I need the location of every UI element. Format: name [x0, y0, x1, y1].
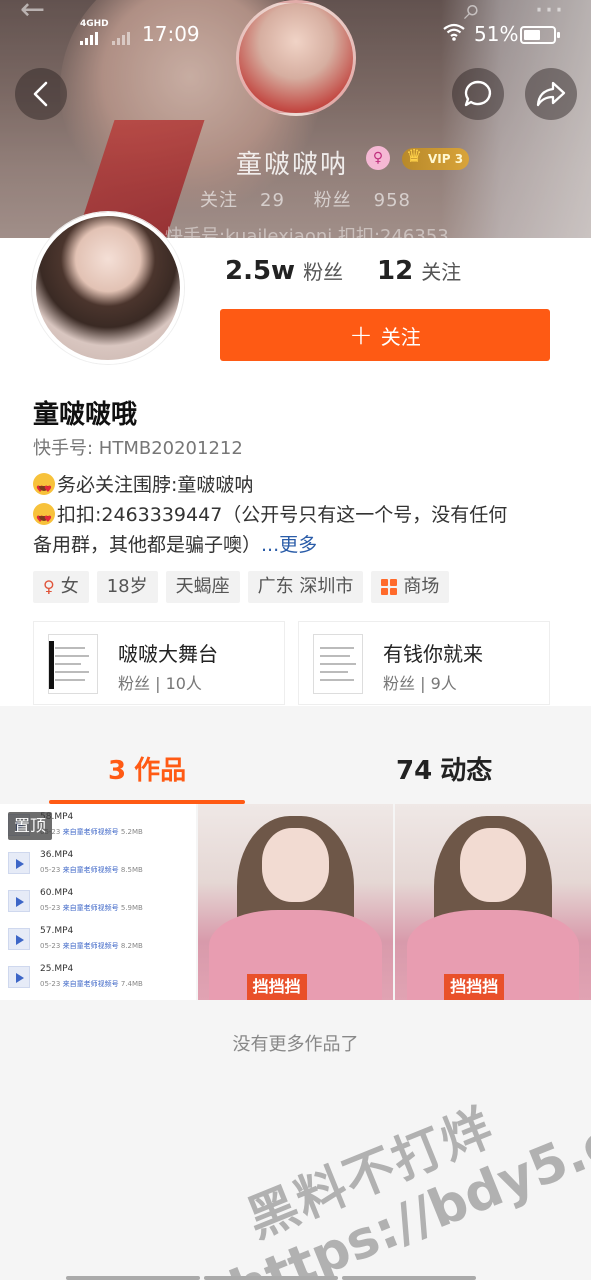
shop-grid-icon — [381, 579, 398, 595]
profile-name: 童啵啵哦 — [33, 400, 138, 430]
heart-eyes-emoji-icon — [33, 473, 55, 505]
pinned-badge: 置顶 — [8, 812, 53, 840]
work-caption: 挡挡挡 — [444, 974, 505, 1000]
fans-stat[interactable]: 2.5w 粉丝 — [225, 256, 343, 286]
video-file-icon — [8, 852, 30, 874]
file-row: 36.MP4 05-23 来自童老师视频号 8.5MB — [8, 846, 188, 880]
tag-zodiac: 天蝎座 — [165, 571, 240, 603]
group-name: 啵啵大舞台 — [118, 642, 218, 666]
banner-username: 童啵啵呐 — [236, 150, 349, 180]
following-label: 关注 — [421, 260, 462, 284]
group-thumbnail — [48, 634, 98, 694]
works-grid: 58.MP405-23 来自童老师视频号 5.2MB 36.MP405-23 来… — [0, 804, 591, 1000]
group-name: 有钱你就来 — [383, 642, 483, 666]
file-row: 57.MP4 05-23 来自童老师视频号 8.2MB — [8, 922, 188, 956]
work-item[interactable]: 挡挡挡 — [197, 804, 394, 1000]
share-arrow-icon — [536, 81, 566, 107]
back-arrow-icon — [33, 81, 48, 107]
fan-group-card[interactable]: 有钱你就来 粉丝 | 9人 — [298, 621, 550, 705]
profile-banner: ← ⌕ ⋯ 4GHD 17:09 51% 童啵啵呐 ♀ VIP 3 关注29 粉… — [0, 0, 591, 238]
following-count: 12 — [377, 256, 414, 286]
video-file-icon — [8, 890, 30, 912]
status-bar: 4GHD 17:09 51% — [0, 18, 591, 48]
signal-2-icon — [112, 32, 130, 45]
clock: 17:09 — [142, 22, 200, 46]
tag-age: 18岁 — [96, 571, 158, 603]
battery-percent: 51% — [474, 22, 519, 46]
bio-line-2: 扣扣:2463339447（公开号只有这一个号，没有任何 — [33, 500, 563, 535]
fans-label: 粉丝 — [303, 260, 344, 284]
video-file-icon — [8, 966, 30, 988]
banner-id-text: 快手号:kuailexiaoni 扣扣:246353 — [165, 226, 449, 238]
heart-eyes-emoji-icon — [33, 503, 55, 535]
back-button[interactable] — [15, 68, 67, 120]
fans-count: 2.5w — [225, 256, 296, 286]
bio-more-link[interactable]: ...更多 — [261, 534, 317, 556]
plus-icon: + — [349, 318, 373, 351]
female-icon: ♀ — [43, 577, 55, 596]
tag-location: 广东 深圳市 — [247, 571, 364, 603]
bio-line-1: 务必关注围脖:童啵啵呐 — [33, 470, 563, 505]
group-fans: 粉丝 | 10人 — [118, 674, 202, 693]
signal-icon — [80, 32, 98, 45]
kuaishou-id: 快手号: HTMB20201212 — [33, 438, 243, 459]
battery-icon — [520, 26, 560, 44]
video-file-icon — [8, 928, 30, 950]
avatar[interactable] — [32, 212, 184, 364]
work-item[interactable]: 挡挡挡 — [395, 804, 591, 1000]
group-thumbnail — [313, 634, 363, 694]
content-tabs: 3 作品 74 动态 — [0, 706, 591, 804]
work-caption: 挡挡挡 — [246, 974, 307, 1000]
network-type: 4GHD — [80, 19, 109, 29]
bottom-scroll-indicator — [66, 1276, 476, 1280]
no-more-works-text: 没有更多作品了 — [232, 1034, 359, 1055]
bio-line-3: 备用群，其他都是骗子噢）...更多 — [33, 534, 318, 556]
tag-shop[interactable]: 商场 — [371, 571, 450, 603]
banner-stats: 关注 29 粉丝 958 — [200, 190, 411, 211]
tag-gender: ♀ 女 — [33, 571, 89, 603]
chat-bubble-icon — [464, 80, 492, 107]
wifi-icon — [442, 22, 466, 47]
tab-works[interactable]: 3 作品 — [108, 750, 186, 787]
message-button[interactable] — [452, 68, 504, 120]
tab-moments[interactable]: 74 动态 — [396, 750, 492, 787]
share-button[interactable] — [525, 68, 577, 120]
vip-badge: VIP 3 — [402, 146, 470, 170]
gender-badge-icon: ♀ — [366, 146, 390, 170]
following-stat[interactable]: 12 关注 — [377, 256, 461, 286]
fan-group-card[interactable]: 啵啵大舞台 粉丝 | 10人 — [33, 621, 285, 705]
work-item[interactable]: 58.MP405-23 来自童老师视频号 5.2MB 36.MP405-23 来… — [0, 804, 196, 1000]
file-row: 25.MP4 05-23 来自童老师视频号 7.4MB — [8, 960, 188, 994]
follow-button-label: 关注 — [380, 324, 421, 349]
file-row: 60.MP4 05-23 来自童老师视频号 5.9MB — [8, 884, 188, 918]
profile-tags: ♀ 女 18岁 天蝎座 广东 深圳市 商场 — [33, 571, 450, 603]
group-fans: 粉丝 | 9人 — [383, 674, 457, 693]
follow-button[interactable]: + 关注 — [220, 309, 550, 361]
